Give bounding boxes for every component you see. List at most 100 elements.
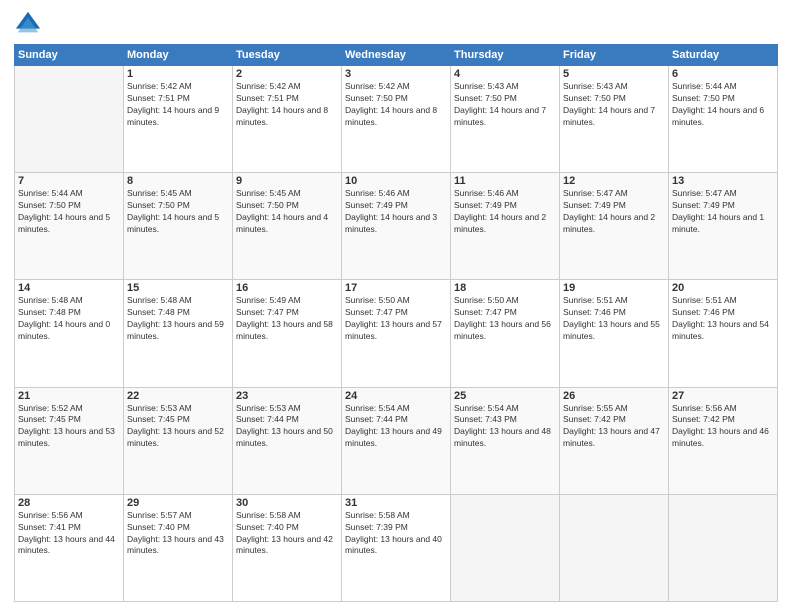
calendar-cell: 12 Sunrise: 5:47 AM Sunset: 7:49 PM Dayl…: [560, 173, 669, 280]
calendar-cell: 25 Sunrise: 5:54 AM Sunset: 7:43 PM Dayl…: [451, 387, 560, 494]
day-info: Sunrise: 5:46 AM Sunset: 7:49 PM Dayligh…: [454, 188, 556, 236]
day-number: 9: [236, 175, 338, 187]
calendar-week-1: 7 Sunrise: 5:44 AM Sunset: 7:50 PM Dayli…: [15, 173, 778, 280]
day-number: 23: [236, 390, 338, 402]
weekday-header-thursday: Thursday: [451, 45, 560, 66]
calendar-cell: 3 Sunrise: 5:42 AM Sunset: 7:50 PM Dayli…: [342, 66, 451, 173]
calendar-cell: 13 Sunrise: 5:47 AM Sunset: 7:49 PM Dayl…: [669, 173, 778, 280]
day-info: Sunrise: 5:42 AM Sunset: 7:51 PM Dayligh…: [127, 81, 229, 129]
day-number: 11: [454, 175, 556, 187]
day-info: Sunrise: 5:50 AM Sunset: 7:47 PM Dayligh…: [345, 295, 447, 343]
calendar-cell: 18 Sunrise: 5:50 AM Sunset: 7:47 PM Dayl…: [451, 280, 560, 387]
calendar-cell: 5 Sunrise: 5:43 AM Sunset: 7:50 PM Dayli…: [560, 66, 669, 173]
day-info: Sunrise: 5:43 AM Sunset: 7:50 PM Dayligh…: [454, 81, 556, 129]
day-info: Sunrise: 5:47 AM Sunset: 7:49 PM Dayligh…: [563, 188, 665, 236]
calendar-cell: 10 Sunrise: 5:46 AM Sunset: 7:49 PM Dayl…: [342, 173, 451, 280]
calendar-cell: 7 Sunrise: 5:44 AM Sunset: 7:50 PM Dayli…: [15, 173, 124, 280]
day-info: Sunrise: 5:57 AM Sunset: 7:40 PM Dayligh…: [127, 510, 229, 558]
calendar-cell: 14 Sunrise: 5:48 AM Sunset: 7:48 PM Dayl…: [15, 280, 124, 387]
calendar-cell: 20 Sunrise: 5:51 AM Sunset: 7:46 PM Dayl…: [669, 280, 778, 387]
calendar-cell: 8 Sunrise: 5:45 AM Sunset: 7:50 PM Dayli…: [124, 173, 233, 280]
day-number: 27: [672, 390, 774, 402]
day-number: 26: [563, 390, 665, 402]
day-info: Sunrise: 5:48 AM Sunset: 7:48 PM Dayligh…: [127, 295, 229, 343]
calendar-week-3: 21 Sunrise: 5:52 AM Sunset: 7:45 PM Dayl…: [15, 387, 778, 494]
calendar-cell: 16 Sunrise: 5:49 AM Sunset: 7:47 PM Dayl…: [233, 280, 342, 387]
calendar-cell: [560, 494, 669, 601]
calendar-cell: 21 Sunrise: 5:52 AM Sunset: 7:45 PM Dayl…: [15, 387, 124, 494]
day-number: 20: [672, 282, 774, 294]
calendar-cell: 19 Sunrise: 5:51 AM Sunset: 7:46 PM Dayl…: [560, 280, 669, 387]
calendar-cell: 4 Sunrise: 5:43 AM Sunset: 7:50 PM Dayli…: [451, 66, 560, 173]
day-number: 29: [127, 497, 229, 509]
weekday-header-friday: Friday: [560, 45, 669, 66]
day-info: Sunrise: 5:53 AM Sunset: 7:44 PM Dayligh…: [236, 403, 338, 451]
day-number: 14: [18, 282, 120, 294]
day-info: Sunrise: 5:48 AM Sunset: 7:48 PM Dayligh…: [18, 295, 120, 343]
day-info: Sunrise: 5:42 AM Sunset: 7:50 PM Dayligh…: [345, 81, 447, 129]
day-number: 4: [454, 68, 556, 80]
day-number: 30: [236, 497, 338, 509]
calendar-cell: 11 Sunrise: 5:46 AM Sunset: 7:49 PM Dayl…: [451, 173, 560, 280]
day-info: Sunrise: 5:58 AM Sunset: 7:40 PM Dayligh…: [236, 510, 338, 558]
calendar-cell: 26 Sunrise: 5:55 AM Sunset: 7:42 PM Dayl…: [560, 387, 669, 494]
day-number: 15: [127, 282, 229, 294]
calendar-cell: 17 Sunrise: 5:50 AM Sunset: 7:47 PM Dayl…: [342, 280, 451, 387]
day-info: Sunrise: 5:43 AM Sunset: 7:50 PM Dayligh…: [563, 81, 665, 129]
logo: [14, 10, 46, 38]
day-info: Sunrise: 5:54 AM Sunset: 7:43 PM Dayligh…: [454, 403, 556, 451]
calendar-cell: 1 Sunrise: 5:42 AM Sunset: 7:51 PM Dayli…: [124, 66, 233, 173]
calendar-cell: 31 Sunrise: 5:58 AM Sunset: 7:39 PM Dayl…: [342, 494, 451, 601]
day-number: 25: [454, 390, 556, 402]
day-number: 12: [563, 175, 665, 187]
calendar-cell: 28 Sunrise: 5:56 AM Sunset: 7:41 PM Dayl…: [15, 494, 124, 601]
calendar-week-4: 28 Sunrise: 5:56 AM Sunset: 7:41 PM Dayl…: [15, 494, 778, 601]
day-number: 19: [563, 282, 665, 294]
day-info: Sunrise: 5:44 AM Sunset: 7:50 PM Dayligh…: [18, 188, 120, 236]
day-info: Sunrise: 5:58 AM Sunset: 7:39 PM Dayligh…: [345, 510, 447, 558]
day-info: Sunrise: 5:46 AM Sunset: 7:49 PM Dayligh…: [345, 188, 447, 236]
day-info: Sunrise: 5:56 AM Sunset: 7:42 PM Dayligh…: [672, 403, 774, 451]
day-number: 6: [672, 68, 774, 80]
calendar-cell: [669, 494, 778, 601]
day-info: Sunrise: 5:50 AM Sunset: 7:47 PM Dayligh…: [454, 295, 556, 343]
calendar-week-0: 1 Sunrise: 5:42 AM Sunset: 7:51 PM Dayli…: [15, 66, 778, 173]
day-number: 22: [127, 390, 229, 402]
day-info: Sunrise: 5:54 AM Sunset: 7:44 PM Dayligh…: [345, 403, 447, 451]
calendar-table: SundayMondayTuesdayWednesdayThursdayFrid…: [14, 44, 778, 602]
day-info: Sunrise: 5:52 AM Sunset: 7:45 PM Dayligh…: [18, 403, 120, 451]
calendar-cell: 6 Sunrise: 5:44 AM Sunset: 7:50 PM Dayli…: [669, 66, 778, 173]
calendar-cell: 9 Sunrise: 5:45 AM Sunset: 7:50 PM Dayli…: [233, 173, 342, 280]
calendar-cell: 22 Sunrise: 5:53 AM Sunset: 7:45 PM Dayl…: [124, 387, 233, 494]
day-number: 28: [18, 497, 120, 509]
day-number: 17: [345, 282, 447, 294]
day-info: Sunrise: 5:56 AM Sunset: 7:41 PM Dayligh…: [18, 510, 120, 558]
day-info: Sunrise: 5:47 AM Sunset: 7:49 PM Dayligh…: [672, 188, 774, 236]
calendar-cell: 15 Sunrise: 5:48 AM Sunset: 7:48 PM Dayl…: [124, 280, 233, 387]
calendar-cell: [451, 494, 560, 601]
day-number: 31: [345, 497, 447, 509]
day-info: Sunrise: 5:49 AM Sunset: 7:47 PM Dayligh…: [236, 295, 338, 343]
day-info: Sunrise: 5:51 AM Sunset: 7:46 PM Dayligh…: [672, 295, 774, 343]
calendar-cell: 24 Sunrise: 5:54 AM Sunset: 7:44 PM Dayl…: [342, 387, 451, 494]
day-info: Sunrise: 5:45 AM Sunset: 7:50 PM Dayligh…: [127, 188, 229, 236]
day-number: 1: [127, 68, 229, 80]
day-number: 5: [563, 68, 665, 80]
weekday-header-row: SundayMondayTuesdayWednesdayThursdayFrid…: [15, 45, 778, 66]
calendar-cell: 27 Sunrise: 5:56 AM Sunset: 7:42 PM Dayl…: [669, 387, 778, 494]
page: SundayMondayTuesdayWednesdayThursdayFrid…: [0, 0, 792, 612]
header: [14, 10, 778, 38]
day-info: Sunrise: 5:53 AM Sunset: 7:45 PM Dayligh…: [127, 403, 229, 451]
calendar-cell: 23 Sunrise: 5:53 AM Sunset: 7:44 PM Dayl…: [233, 387, 342, 494]
day-number: 18: [454, 282, 556, 294]
day-info: Sunrise: 5:51 AM Sunset: 7:46 PM Dayligh…: [563, 295, 665, 343]
day-info: Sunrise: 5:44 AM Sunset: 7:50 PM Dayligh…: [672, 81, 774, 129]
day-number: 16: [236, 282, 338, 294]
day-info: Sunrise: 5:42 AM Sunset: 7:51 PM Dayligh…: [236, 81, 338, 129]
calendar-cell: [15, 66, 124, 173]
day-number: 13: [672, 175, 774, 187]
calendar-cell: 2 Sunrise: 5:42 AM Sunset: 7:51 PM Dayli…: [233, 66, 342, 173]
day-number: 10: [345, 175, 447, 187]
weekday-header-tuesday: Tuesday: [233, 45, 342, 66]
logo-icon: [14, 10, 42, 38]
